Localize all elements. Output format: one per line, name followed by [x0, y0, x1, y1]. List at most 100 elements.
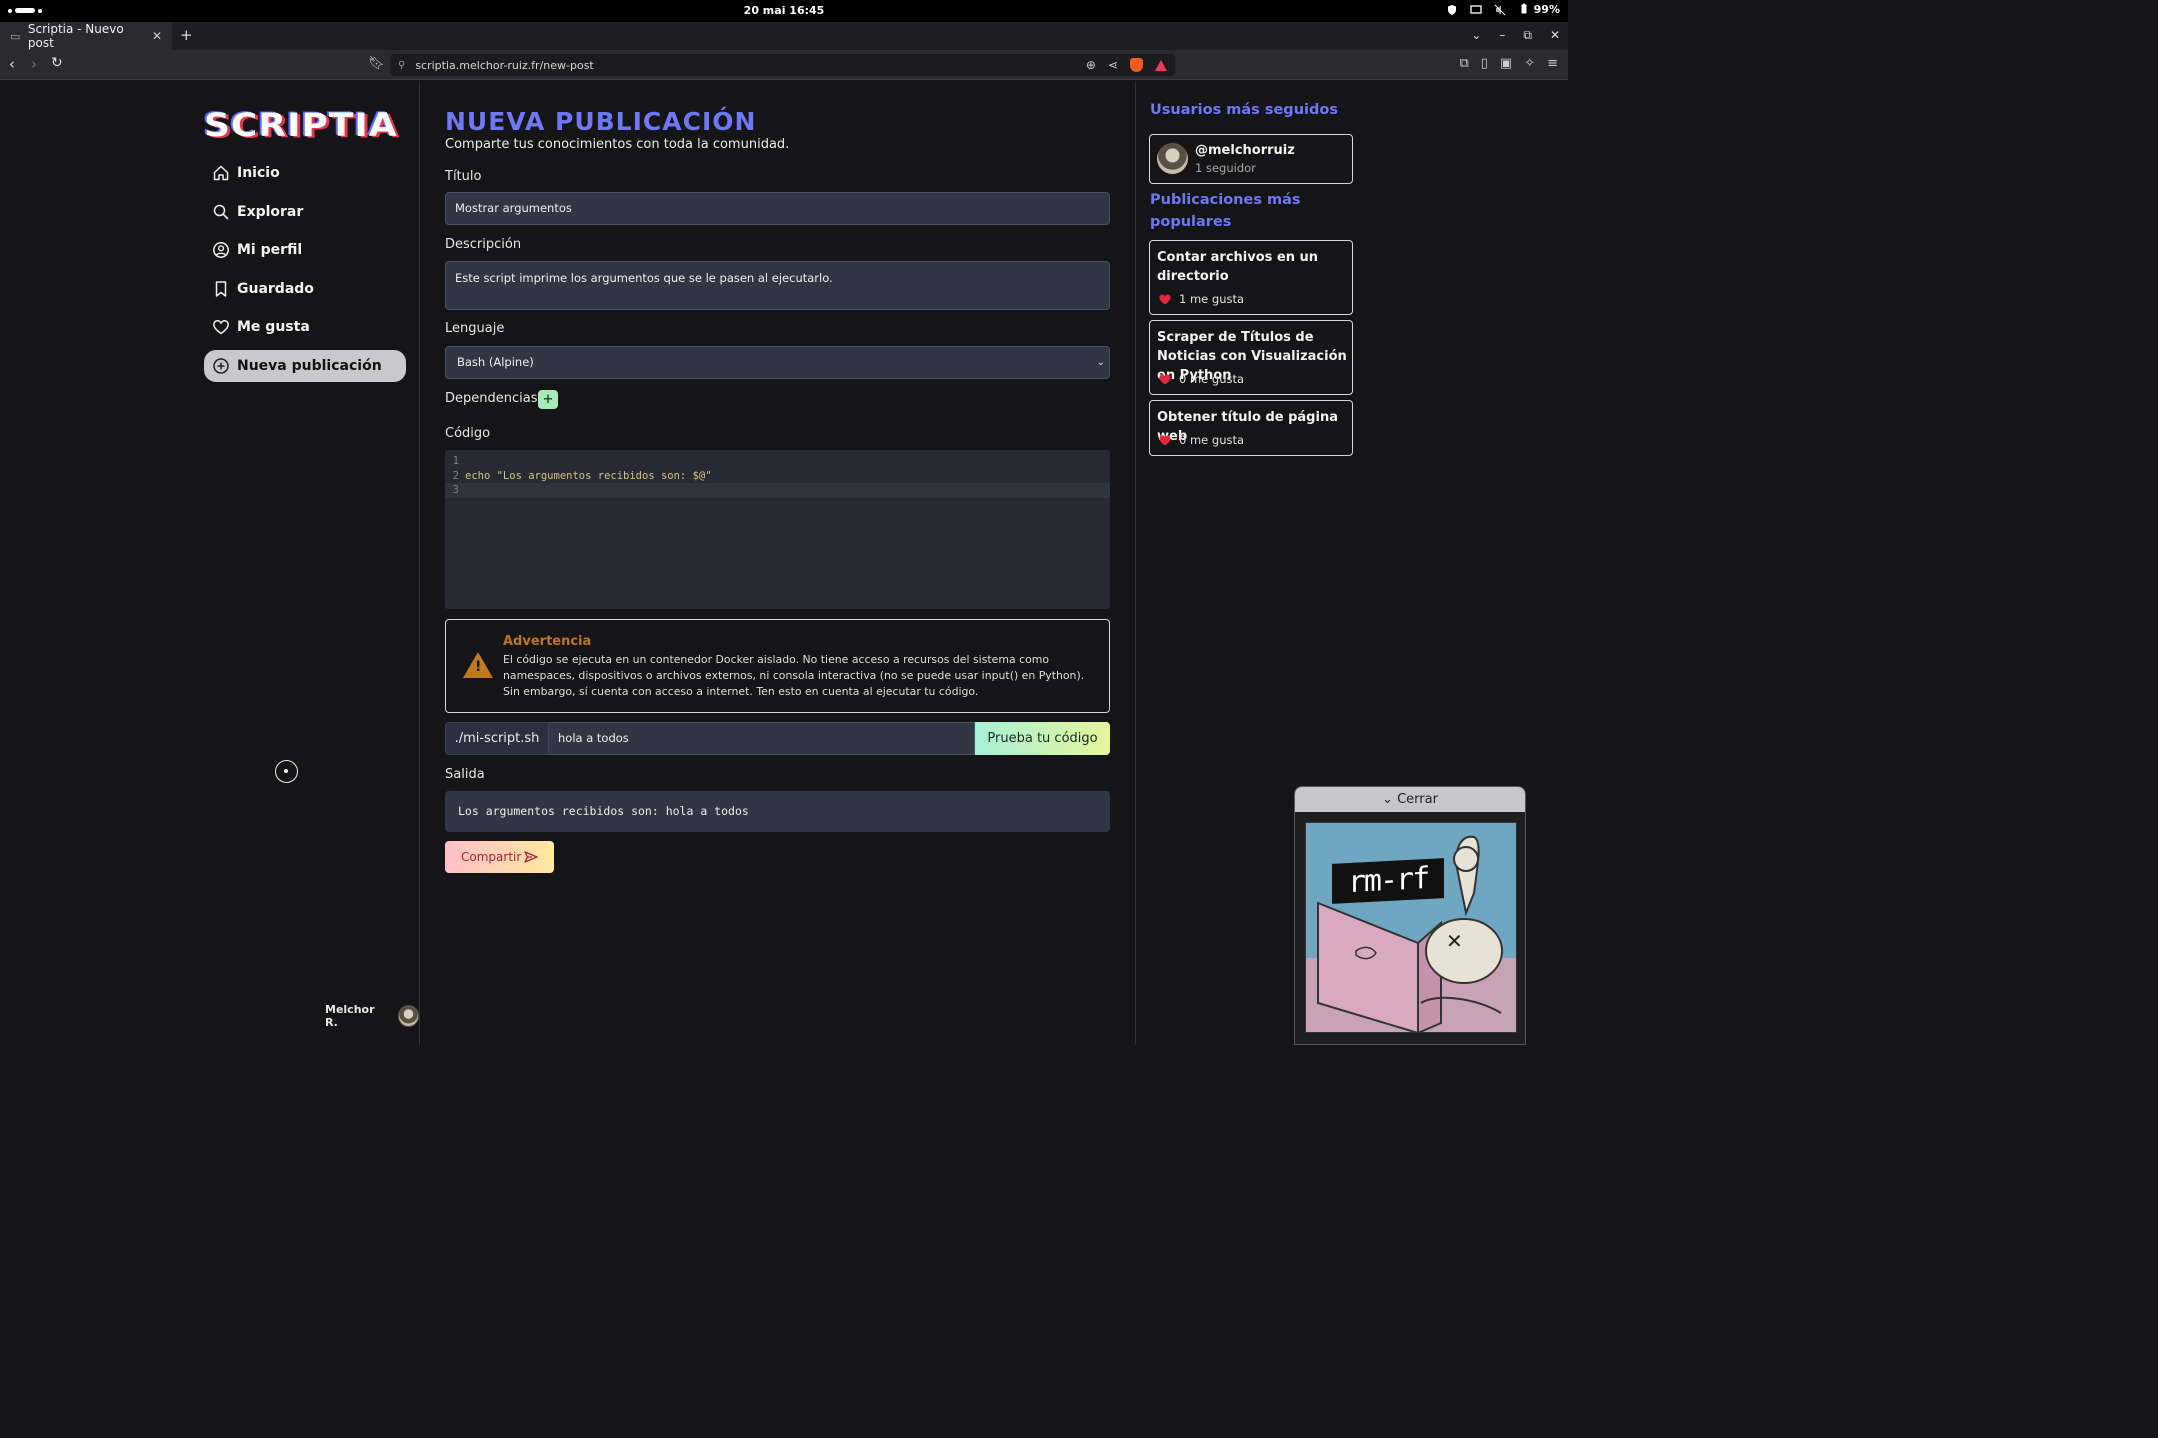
- title-label: Título: [445, 169, 482, 184]
- share-button[interactable]: Compartir: [445, 841, 554, 873]
- bookmark-icon: [215, 280, 227, 297]
- search-icon: [213, 204, 229, 220]
- site-logo[interactable]: SCRIPTIA: [204, 107, 398, 144]
- back-icon[interactable]: ‹: [9, 55, 15, 73]
- like-count: 0 me gusta: [1179, 433, 1245, 447]
- zoom-icon[interactable]: ⊕: [1086, 58, 1096, 72]
- main-nav: Inicio Explorar Mi perfil Guardado Me gu…: [204, 157, 406, 388]
- nav-item-inicio[interactable]: Inicio: [204, 157, 406, 189]
- user-name: Melchor R.: [325, 1003, 375, 1029]
- warning-icon: !: [463, 652, 493, 678]
- warning-alert: ! Advertencia El código se ejecuta en un…: [445, 619, 1110, 713]
- close-widget-button[interactable]: ⌄ Cerrar: [1295, 787, 1525, 812]
- heart-icon: [1159, 294, 1171, 304]
- nav-item-label: Inicio: [237, 165, 280, 181]
- user-card[interactable]: @melchorruiz 1 seguidor: [1149, 134, 1353, 184]
- share-label: Compartir: [461, 850, 522, 864]
- arguments-input[interactable]: hola a todos: [549, 722, 975, 755]
- nav-item-nueva-publicacion[interactable]: Nueva publicación: [204, 349, 406, 382]
- nav-item-guardado[interactable]: Guardado: [204, 273, 406, 305]
- code-label: Código: [445, 426, 491, 441]
- nav-item-mi-perfil[interactable]: Mi perfil: [204, 234, 406, 266]
- new-tab-button[interactable]: +: [180, 26, 193, 44]
- left-sidebar: SCRIPTIA Inicio Explorar Mi perfil Guard…: [0, 81, 420, 1045]
- page-icon: ▭: [10, 30, 21, 43]
- battery-percent: 99%: [1533, 3, 1560, 16]
- wallet-icon[interactable]: ▣: [1500, 56, 1512, 71]
- url-text: scriptia.melchor-ruiz.fr/new-post: [415, 58, 594, 72]
- page-title: NUEVA PUBLICACIÓN: [445, 107, 757, 136]
- close-tab-icon[interactable]: ✕: [152, 29, 162, 43]
- address-bar[interactable]: ⚲ scriptia.melchor-ruiz.fr/new-post ⊕ ⋖: [390, 54, 1175, 76]
- browser-tab-strip: ▭ Scriptia - Nuevo post ✕ + ⌄ – ⧉ ✕: [0, 22, 1568, 50]
- add-dependency-button[interactable]: +: [538, 390, 558, 409]
- restore-icon[interactable]: ⧉: [1523, 28, 1532, 43]
- nav-item-explorar[interactable]: Explorar: [204, 196, 406, 228]
- leo-ai-icon[interactable]: ✧: [1524, 56, 1535, 71]
- rm-rf-illustration: ✕ rm-rf: [1305, 822, 1517, 1033]
- follower-count: 1 seguidor: [1195, 161, 1256, 175]
- os-clock[interactable]: 20 mai 16:45: [0, 4, 1568, 17]
- nav-item-label: Mi perfil: [237, 242, 303, 258]
- description-label: Descripción: [445, 237, 522, 252]
- illustration-drawing: ✕: [1317, 835, 1503, 1032]
- warning-title: Advertencia: [503, 634, 592, 649]
- extensions-icon[interactable]: ⧉: [1459, 56, 1468, 71]
- code-line: 1: [445, 454, 1110, 469]
- rm-rf-sign: rm-rf: [1332, 858, 1444, 904]
- avatar[interactable]: [397, 1005, 419, 1027]
- minimize-icon[interactable]: –: [1499, 28, 1505, 43]
- popular-post-card[interactable]: Scraper de Títulos de Noticias con Visua…: [1149, 320, 1353, 395]
- sidebar-toggle-icon[interactable]: ▯: [1481, 56, 1488, 71]
- current-user[interactable]: Melchor R.: [325, 1003, 419, 1029]
- user-circle-icon: [213, 242, 229, 258]
- forward-icon[interactable]: ›: [31, 55, 37, 73]
- popular-post-card[interactable]: Contar archivos en un directorio 1 me gu…: [1149, 240, 1353, 315]
- chevron-down-icon: ⌄: [1382, 792, 1393, 807]
- language-label: Lenguaje: [445, 321, 505, 336]
- heart-icon: [1159, 435, 1171, 445]
- script-name: ./mi-script.sh: [445, 722, 549, 755]
- line-number: 3: [452, 484, 459, 496]
- top-users-title: Usuarios más seguidos: [1150, 102, 1338, 118]
- mute-icon: [1494, 4, 1506, 15]
- nav-item-label: Explorar: [237, 203, 304, 220]
- nav-item-me-gusta[interactable]: Me gusta: [204, 311, 406, 343]
- nav-item-label: Me gusta: [237, 319, 310, 335]
- bookmark-page-icon[interactable]: 🔖︎: [368, 56, 385, 71]
- os-status-bar: 20 mai 16:45 99%: [0, 0, 1568, 22]
- share-page-icon[interactable]: ⋖: [1108, 58, 1118, 72]
- code-editor[interactable]: 1 2 echo "Los argumentos recibidos son: $…: [445, 450, 1110, 609]
- avatar: [1157, 143, 1188, 174]
- run-code-button[interactable]: Prueba tu código: [975, 722, 1110, 755]
- site-info-icon[interactable]: ⚲: [398, 60, 405, 71]
- output-box: Los argumentos recibidos son: hola a tod…: [445, 791, 1110, 832]
- line-number: 1: [452, 455, 459, 467]
- description-textarea[interactable]: Este script imprime los argumentos que s…: [445, 261, 1110, 310]
- nav-item-label: Nueva publicación: [237, 357, 382, 374]
- user-handle: @melchorruiz: [1195, 143, 1295, 158]
- battery-icon: [1521, 3, 1527, 14]
- close-window-icon[interactable]: ✕: [1550, 28, 1560, 43]
- browser-tab[interactable]: ▭ Scriptia - Nuevo post ✕: [0, 22, 172, 50]
- popular-post-card[interactable]: Obtener título de página web 0 me gusta: [1149, 400, 1353, 456]
- line-number: 2: [452, 469, 459, 482]
- shield-icon: [1447, 4, 1456, 15]
- heart-icon: [1159, 374, 1171, 384]
- battery-indicator[interactable]: 99%: [1518, 3, 1560, 16]
- language-select[interactable]: Bash (Alpine) ⌄: [445, 346, 1110, 379]
- popular-posts-title: Publicaciones más populares: [1150, 192, 1301, 230]
- brave-rewards-icon[interactable]: [1155, 59, 1167, 71]
- language-selected: Bash (Alpine): [457, 355, 534, 369]
- reload-icon[interactable]: ↻: [51, 55, 63, 71]
- warning-text: El código se ejecuta en un contenedor Do…: [503, 653, 1085, 698]
- svg-text:✕: ✕: [1446, 929, 1463, 953]
- brave-shields-icon[interactable]: [1130, 58, 1143, 72]
- page-subtitle: Comparte tus conocimientos con toda la c…: [445, 137, 790, 152]
- title-input[interactable]: Mostrar argumentos: [445, 192, 1110, 225]
- mouse-cursor: [275, 760, 298, 783]
- code-line: 3: [445, 483, 1110, 498]
- tab-list-icon[interactable]: ⌄: [1471, 28, 1481, 43]
- output-label: Salida: [445, 767, 485, 782]
- menu-icon[interactable]: ≡: [1547, 56, 1558, 71]
